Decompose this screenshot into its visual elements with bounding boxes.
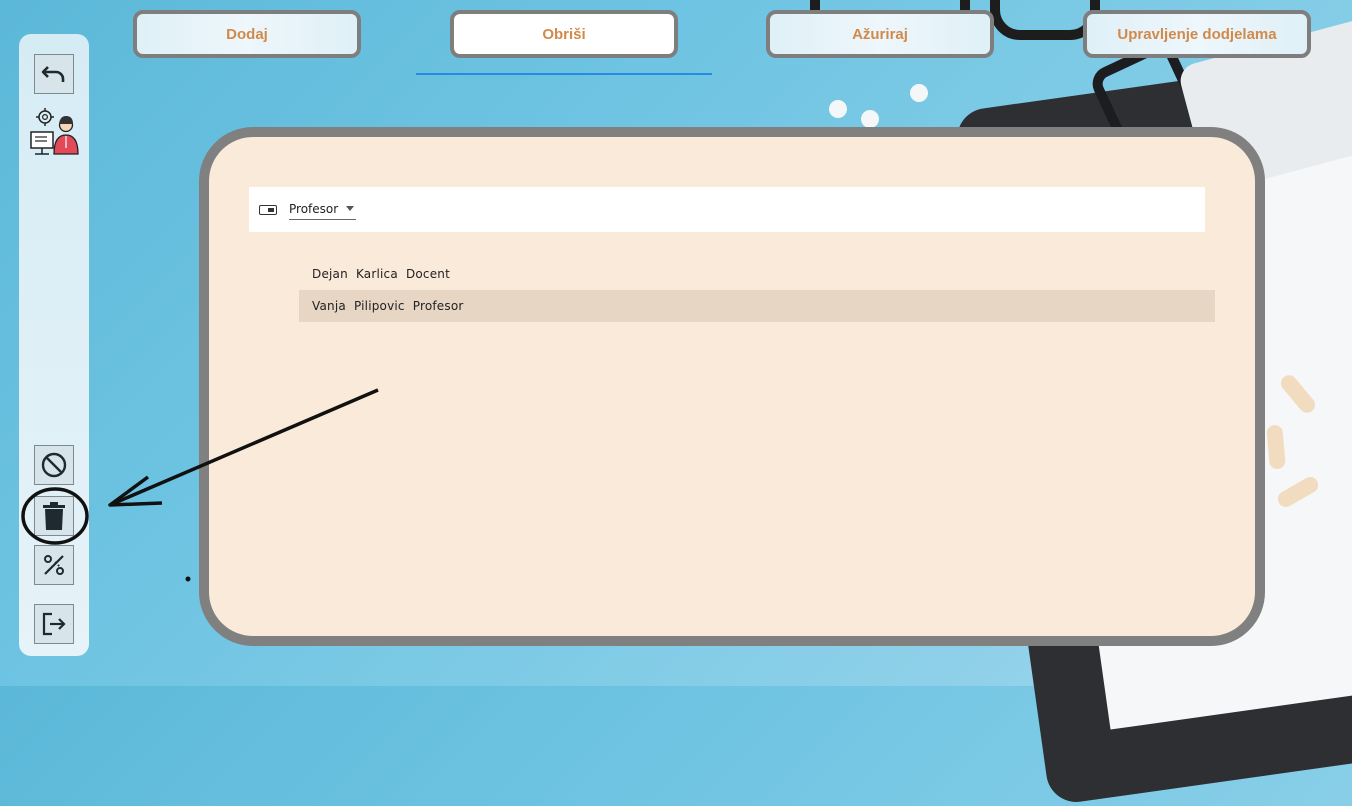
list-item[interactable]: Dejan Karlica Docent	[299, 258, 1215, 290]
role-select-value: Profesor	[289, 201, 339, 216]
undo-icon	[41, 66, 65, 82]
admin-icon[interactable]	[29, 108, 81, 164]
ban-icon	[41, 452, 67, 478]
active-tab-indicator	[416, 73, 712, 75]
filter-bar: Profesor	[249, 187, 1205, 232]
percent-icon	[44, 555, 64, 575]
pill-decoration	[829, 100, 847, 118]
sidebar	[19, 34, 89, 656]
logout-button[interactable]	[34, 604, 74, 644]
tab-azuriraj[interactable]: Ažuriraj	[766, 10, 994, 58]
professor-list: Dejan Karlica Docent Vanja Pilipovic Pro…	[299, 258, 1215, 322]
undo-button[interactable]	[34, 54, 74, 94]
tab-obrisi[interactable]: Obriši	[450, 10, 678, 58]
delete-button[interactable]	[34, 496, 74, 536]
content-card: Profesor Dejan Karlica Docent Vanja Pili…	[199, 127, 1265, 646]
list-item-selected[interactable]: Vanja Pilipovic Profesor	[299, 290, 1215, 322]
ban-button[interactable]	[34, 445, 74, 485]
tab-dodaj[interactable]: Dodaj	[133, 10, 361, 58]
role-select[interactable]: Profesor	[289, 200, 357, 220]
chevron-down-icon	[346, 206, 355, 211]
discount-button[interactable]	[34, 545, 74, 585]
annotation-dot	[185, 576, 191, 582]
toggle-icon	[259, 204, 277, 215]
trash-icon	[43, 502, 65, 530]
logout-icon	[42, 612, 66, 636]
tab-upravljenje-dodjelama[interactable]: Upravljenje dodjelama	[1083, 10, 1311, 58]
pill-decoration	[861, 110, 879, 128]
pill-decoration	[910, 84, 928, 102]
annotation-arrowhead	[108, 475, 163, 507]
